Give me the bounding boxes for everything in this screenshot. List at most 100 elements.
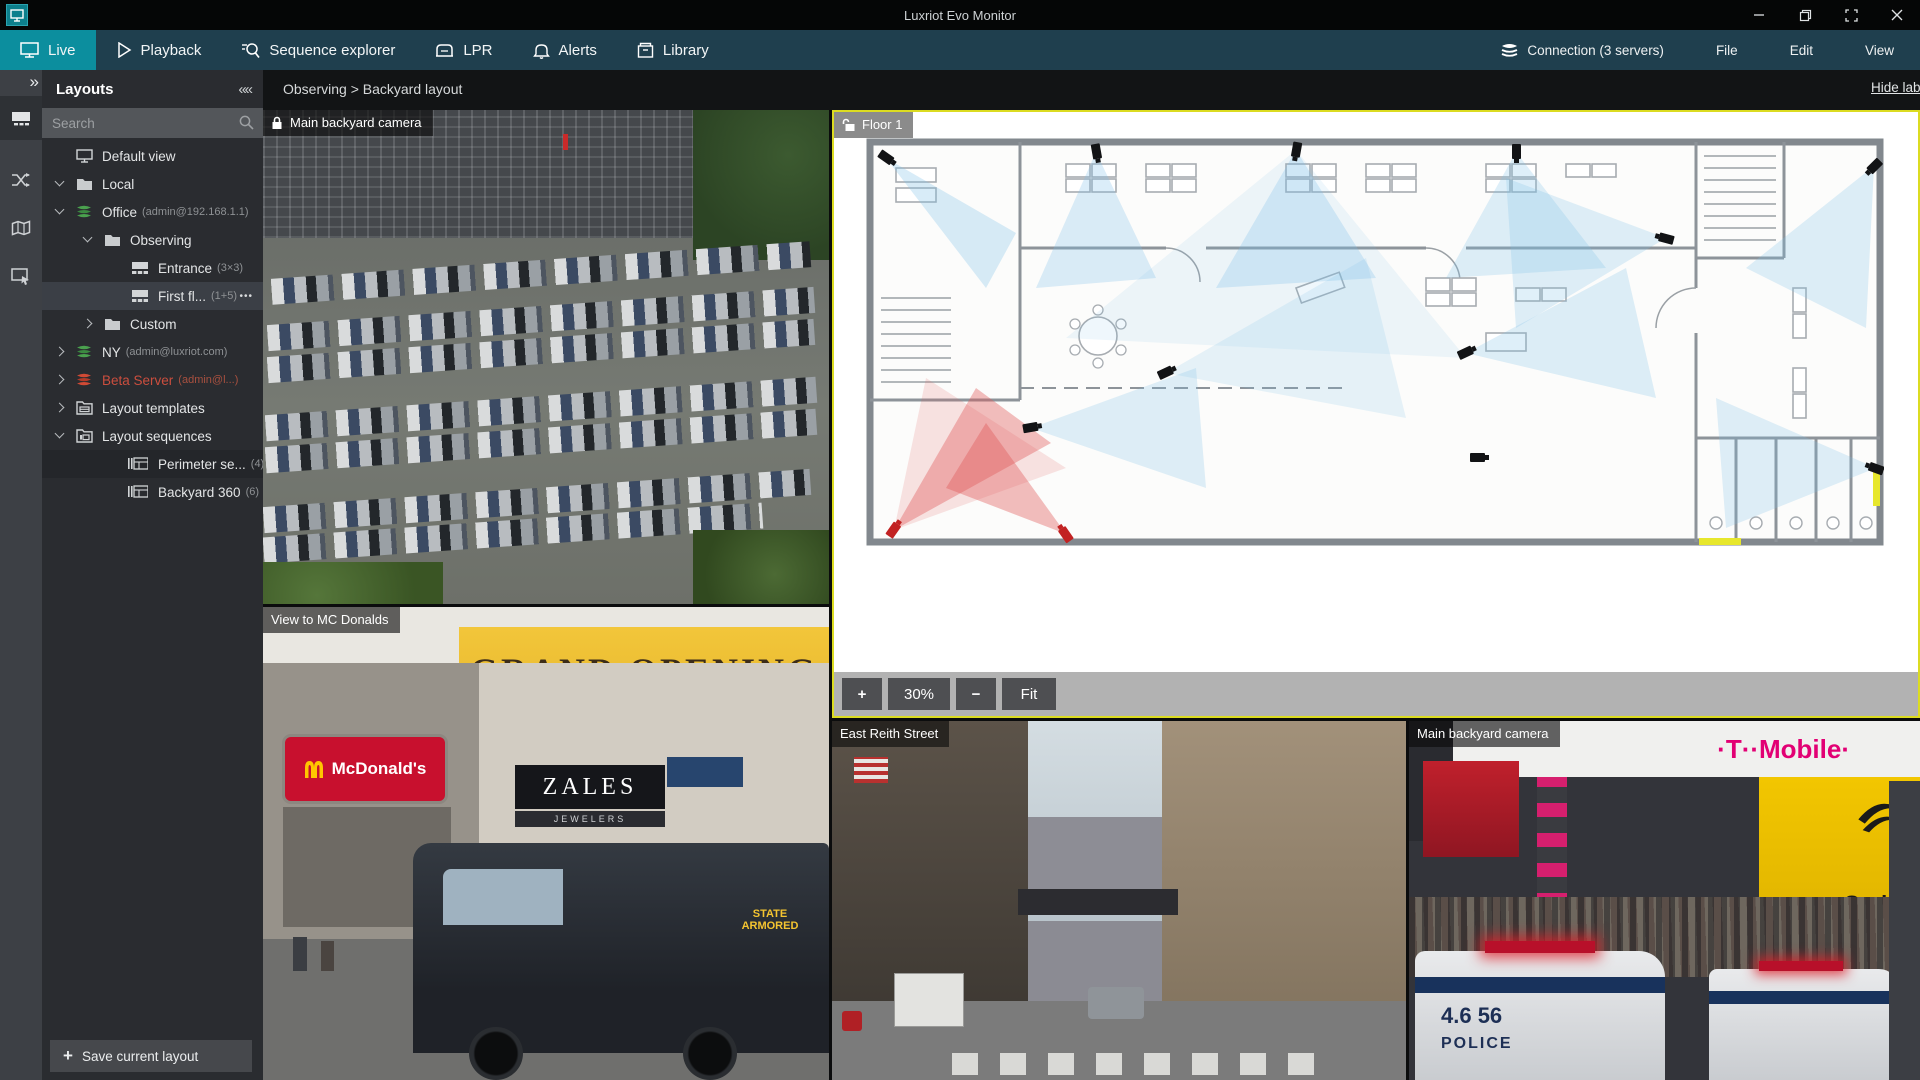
tab-lpr[interactable]: LPR xyxy=(415,30,512,70)
floor-plan-label-chip: Floor 1 xyxy=(834,112,914,138)
chevron-right-icon[interactable] xyxy=(82,318,93,329)
pedestrian xyxy=(321,941,334,971)
police-stripe xyxy=(1709,991,1899,1004)
truck-windshield xyxy=(443,869,563,925)
folder-icon xyxy=(76,178,93,194)
tab-sequence-explorer[interactable]: Sequence explorer xyxy=(221,30,415,70)
rail-devices-button[interactable] xyxy=(0,254,42,298)
tree-item-backyard-360[interactable]: Backyard 360 (6) xyxy=(42,478,263,506)
er-stop-sign xyxy=(842,1011,862,1031)
layout-grid-icon xyxy=(132,262,148,277)
tree-item-office-server[interactable]: Office (admin@192.168.1.1) xyxy=(42,198,263,226)
rail-maps-button[interactable] xyxy=(0,206,42,250)
collapse-panel-icon[interactable]: «« xyxy=(238,81,253,98)
layout-grid-icon xyxy=(132,290,148,305)
luxriot-evo-monitor-window: Luxriot Evo Monitor Live Playback Sequen… xyxy=(0,0,1920,1080)
screen-cursor-icon xyxy=(11,267,29,285)
camera-label-chip: Main backyard camera xyxy=(263,110,433,136)
tab-playback[interactable]: Playback xyxy=(96,30,222,70)
police-lightbar xyxy=(1485,941,1595,953)
save-current-layout-button[interactable]: + Save current layout xyxy=(50,1040,252,1072)
close-button[interactable] xyxy=(1874,0,1920,30)
expand-rail-icon[interactable]: » xyxy=(30,72,40,92)
tab-live-label: Live xyxy=(48,41,76,59)
tab-sequence-explorer-label: Sequence explorer xyxy=(269,41,396,59)
pedestrian xyxy=(293,937,307,971)
red-flag xyxy=(563,134,568,150)
view-menu[interactable]: View xyxy=(1839,30,1920,70)
connection-menu-label: Connection (3 servers) xyxy=(1527,42,1664,58)
search-box[interactable]: Search xyxy=(42,108,263,138)
er-car xyxy=(1088,987,1144,1019)
tree-item-beta-server[interactable]: Beta Server (admin@l...) xyxy=(42,366,263,394)
police-stripe xyxy=(1415,977,1665,993)
fit-button[interactable]: Fit xyxy=(1002,678,1056,710)
tree-item-custom[interactable]: Custom xyxy=(42,310,263,338)
tree-item-layout-sequences[interactable]: Layout sequences xyxy=(42,422,263,450)
layouts-icon xyxy=(12,111,30,125)
unlock-icon xyxy=(842,118,855,131)
window-title: Luxriot Evo Monitor xyxy=(904,7,1016,23)
chevron-down-icon[interactable] xyxy=(82,232,93,243)
file-menu-label: File xyxy=(1715,42,1738,58)
tree-item-observing[interactable]: Observing xyxy=(42,226,263,254)
tree-item-ny-server[interactable]: NY (admin@luxriot.com) xyxy=(42,338,263,366)
chevron-right-icon[interactable] xyxy=(54,402,65,413)
sequence-search-icon xyxy=(242,42,261,58)
tab-live[interactable]: Live xyxy=(0,30,96,70)
folder-icon xyxy=(104,318,121,334)
tree-item-default-view[interactable]: Default view xyxy=(42,142,263,170)
floor-plan-tile[interactable]: Floor 1 + 30% − Fit xyxy=(832,110,1920,718)
camera-tile-east-reith-street[interactable]: East Reith Street xyxy=(832,721,1406,1080)
bell-icon xyxy=(532,43,550,59)
edit-menu[interactable]: Edit xyxy=(1764,30,1839,70)
er-us-flag xyxy=(854,757,888,783)
er-truck xyxy=(894,973,964,1027)
monitor-icon xyxy=(20,42,39,58)
file-menu[interactable]: File xyxy=(1690,30,1764,70)
tree-item-layout-templates[interactable]: Layout templates xyxy=(42,394,263,422)
connection-menu[interactable]: Connection (3 servers) xyxy=(1474,30,1690,70)
camera-tile-main-backyard-2[interactable]: ·T··Mobile· Sprint 4.6 56 POLICE Main ba… xyxy=(1409,721,1920,1080)
tree-item-perimeter-sequence[interactable]: Perimeter se... (4) xyxy=(42,450,264,478)
tree-item-first-floor[interactable]: First fl... (1+5) ••• xyxy=(42,282,263,310)
layout-templates-icon xyxy=(76,401,93,418)
ts-right-edge-building xyxy=(1889,781,1920,1080)
tab-library[interactable]: Library xyxy=(617,30,729,70)
zoom-in-button[interactable]: + xyxy=(842,678,882,710)
tab-library-label: Library xyxy=(662,41,709,59)
breadcrumb: Observing > Backyard layout xyxy=(283,81,463,97)
zoom-out-button[interactable]: − xyxy=(956,678,996,710)
er-rail-bridge xyxy=(1018,889,1178,915)
tab-alerts[interactable]: Alerts xyxy=(513,30,617,70)
police-car-label: POLICE xyxy=(1441,1035,1513,1052)
hide-labels-link[interactable]: Hide labels xyxy=(1871,80,1920,95)
minimize-button[interactable] xyxy=(1736,0,1782,30)
camera-tile-mcdonalds[interactable]: GRAND OPENING U N I Q U E McDonald's ZAL… xyxy=(263,607,829,1080)
mc-blue-sign xyxy=(667,757,743,787)
layouts-panel-title: Layouts xyxy=(56,80,114,98)
lock-icon xyxy=(272,116,282,129)
zoom-level-button[interactable]: 30% xyxy=(888,678,950,710)
restore-button[interactable] xyxy=(1782,0,1828,30)
chevron-right-icon[interactable] xyxy=(54,374,65,385)
chevron-down-icon[interactable] xyxy=(54,428,65,439)
row-more-menu[interactable]: ••• xyxy=(239,291,253,302)
rail-layouts-button[interactable] xyxy=(0,96,42,140)
fullscreen-button[interactable] xyxy=(1828,0,1874,30)
chevron-down-icon[interactable] xyxy=(54,204,65,215)
chevron-right-icon[interactable] xyxy=(54,346,65,357)
tab-lpr-label: LPR xyxy=(463,41,493,59)
servers-stack-icon xyxy=(1501,44,1518,57)
sequence-icon xyxy=(128,457,149,473)
chevron-down-icon[interactable] xyxy=(54,176,65,187)
rail-sequences-button[interactable] xyxy=(0,158,42,202)
folder-icon xyxy=(104,234,121,250)
camera-label: Main backyard camera xyxy=(1417,726,1549,741)
camera-tile-main-backyard-1[interactable]: Main backyard camera xyxy=(263,110,829,604)
tree-item-local[interactable]: Local xyxy=(42,170,263,198)
window-controls xyxy=(1736,0,1920,30)
plus-icon: + xyxy=(63,1046,73,1065)
floor-plan-canvas xyxy=(866,138,1884,546)
tree-item-entrance[interactable]: Entrance (3×3) xyxy=(42,254,263,282)
